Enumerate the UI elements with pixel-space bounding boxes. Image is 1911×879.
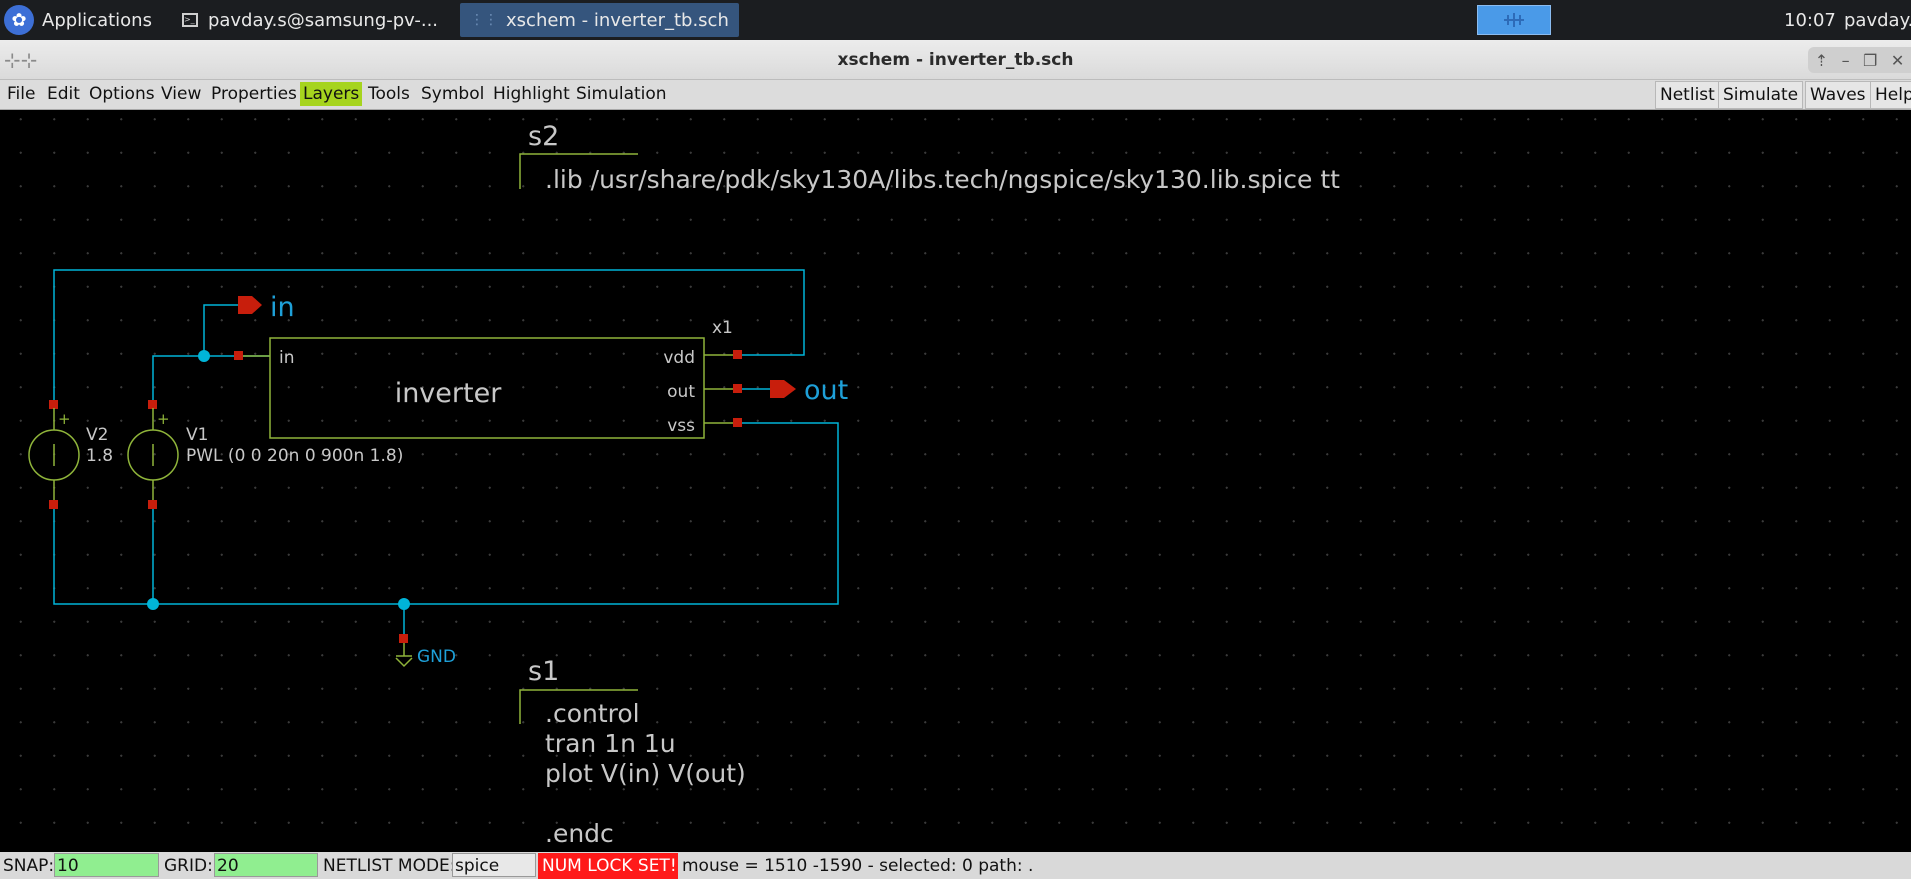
waves-button[interactable]: Waves (1805, 81, 1871, 109)
v1-plus-sign: + (157, 410, 170, 428)
grid-label: GRID: (164, 856, 213, 876)
user-menu[interactable]: pavday.s (1844, 10, 1911, 31)
net-label-in[interactable]: in (270, 292, 295, 323)
pin-label-in: in (279, 348, 295, 368)
workspace-window-icon (1504, 13, 1524, 27)
out-label-arrow-icon[interactable] (770, 380, 796, 398)
menu-highlight[interactable]: Highlight (490, 82, 573, 106)
wire-in-label[interactable] (203, 304, 240, 356)
numlock-warning: NUM LOCK SET! (538, 853, 678, 879)
wire-in[interactable] (152, 355, 270, 404)
workspace-switcher[interactable] (1477, 5, 1551, 35)
task-terminal-label: pavday.s@samsung-pv-... (207, 9, 439, 31)
menu-simulation[interactable]: Simulation (573, 82, 670, 106)
pin-label-vss: vss (667, 416, 695, 436)
schematic-canvas[interactable]: s2 .lib /usr/share/pdk/sky130A/libs.tech… (0, 110, 1911, 852)
wire-gnd-vss[interactable] (53, 422, 839, 605)
help-button[interactable]: Help (1870, 81, 1911, 109)
task-terminal[interactable]: >_ pavday.s@samsung-pv-... (172, 3, 448, 37)
menu-edit[interactable]: Edit (44, 82, 83, 106)
window-titlebar[interactable]: ⊹⊹ xschem - inverter_tb.sch (0, 40, 1911, 80)
menu-view[interactable]: View (158, 82, 204, 106)
v1-name: V1 (186, 425, 208, 445)
pin-label-out: out (667, 382, 695, 402)
schematic-drawing: s2 .lib /usr/share/pdk/sky130A/libs.tech… (28, 121, 1340, 848)
snap-input[interactable]: 10 (54, 853, 159, 877)
s1-code-text[interactable]: .control tran 1n 1u plot V(in) V(out) .e… (545, 699, 746, 848)
applications-label: Applications (42, 9, 152, 31)
v2-source-symbol[interactable] (28, 408, 80, 500)
menu-options[interactable]: Options (86, 82, 158, 106)
v2-name: V2 (86, 425, 108, 445)
net-label-out[interactable]: out (804, 375, 848, 406)
netlist-button[interactable]: Netlist (1655, 81, 1720, 109)
menubar: File Edit Options View Properties Layers… (0, 80, 1911, 110)
mouse-status: mouse = 1510 -1590 - selected: 0 path: . (682, 856, 1034, 876)
menu-symbol[interactable]: Symbol (418, 82, 487, 106)
menu-file[interactable]: File (4, 82, 38, 106)
v2-plus-sign: + (58, 410, 71, 428)
s1-code-line: .endc (545, 819, 614, 848)
s1-code-line: tran 1n 1u (545, 729, 676, 758)
inverter-cell-name: inverter (395, 378, 503, 409)
instance-name: x1 (712, 318, 733, 338)
s2-label: s2 (528, 121, 559, 152)
s2-code-text[interactable]: .lib /usr/share/pdk/sky130A/libs.tech/ng… (545, 165, 1340, 194)
s1-code-line: .control (545, 699, 640, 728)
clock[interactable]: 10:07 (1784, 10, 1836, 31)
applications-menu[interactable]: ✿ Applications (0, 0, 160, 40)
junction-dot (398, 598, 410, 610)
xschem-task-icon: ⋮⋮ (470, 12, 499, 28)
pin-label-vdd: vdd (663, 348, 695, 368)
close-icon[interactable]: ✕ (1891, 51, 1904, 70)
terminal-icon: >_ (181, 13, 198, 27)
junction-dot (198, 350, 210, 362)
task-xschem-label: xschem - inverter_tb.sch (506, 9, 729, 31)
netlist-mode-value[interactable]: spice (452, 853, 536, 877)
gnd-label: GND (417, 647, 456, 667)
junction-dot (147, 598, 159, 610)
menu-tools[interactable]: Tools (365, 82, 413, 106)
window-title: xschem - inverter_tb.sch (837, 50, 1074, 70)
in-label-arrow-icon[interactable] (238, 296, 262, 314)
minimize-icon[interactable]: – (1842, 51, 1850, 70)
netlist-mode-label: NETLIST MODE: (323, 856, 456, 876)
shade-icon[interactable]: ⇡ (1815, 51, 1828, 70)
v2-value: 1.8 (86, 446, 113, 466)
window-controls: ⇡ – ❐ ✕ (1808, 47, 1911, 73)
status-bar: SNAP: 10 GRID: 20 NETLIST MODE: spice NU… (0, 852, 1911, 879)
maximize-icon[interactable]: ❐ (1863, 51, 1877, 70)
s1-code-line: plot V(in) V(out) (545, 759, 746, 788)
gnd-icon[interactable] (395, 643, 413, 668)
v1-source-symbol[interactable] (127, 408, 179, 500)
grid-input[interactable]: 20 (214, 853, 318, 877)
s1-label: s1 (528, 656, 559, 687)
top-panel: ✿ Applications >_ pavday.s@samsung-pv-..… (0, 0, 1911, 40)
snap-label: SNAP: (3, 856, 55, 876)
simulate-button[interactable]: Simulate (1718, 81, 1804, 109)
xfce-logo-icon: ✿ (4, 5, 34, 35)
task-xschem[interactable]: ⋮⋮ xschem - inverter_tb.sch (460, 3, 739, 37)
menu-properties[interactable]: Properties (208, 82, 300, 106)
menu-layers[interactable]: Layers (300, 82, 363, 106)
v1-value: PWL (0 0 20n 0 900n 1.8) (186, 446, 403, 466)
